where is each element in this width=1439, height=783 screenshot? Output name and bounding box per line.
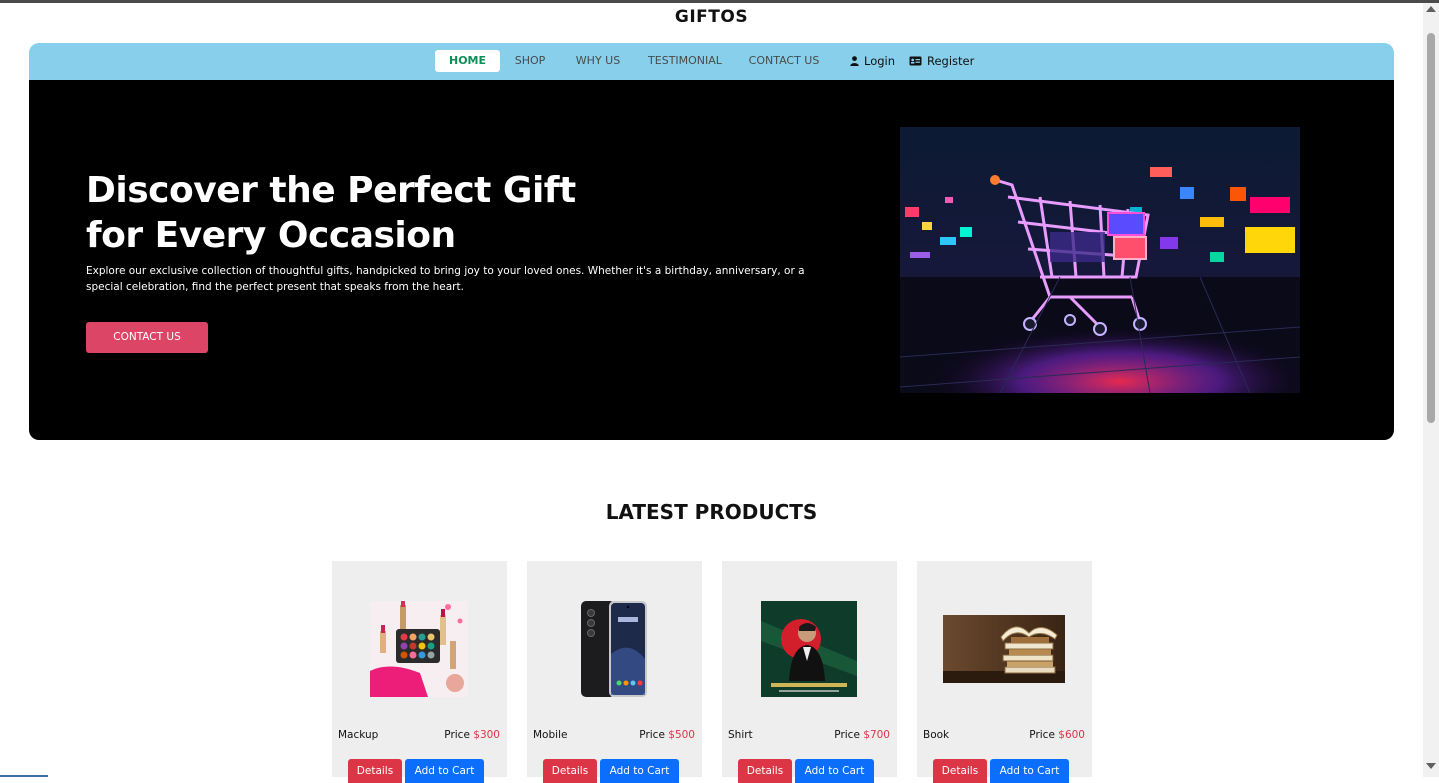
details-button[interactable]: Details <box>738 759 792 783</box>
window-top-border <box>0 0 1439 3</box>
register-label: Register <box>927 54 975 68</box>
product-card: Shirt Price $700 Details Add to Cart <box>722 561 897 783</box>
books-image <box>943 615 1065 683</box>
latest-products-title: LATEST PRODUCTS <box>605 500 818 524</box>
main-navbar: HOME SHOP WHY US TESTIMONIAL CONTACT US … <box>29 43 1394 80</box>
add-to-cart-button[interactable]: Add to Cart <box>795 759 874 783</box>
poster-image <box>761 601 857 697</box>
product-price: Price $600 <box>1029 729 1085 741</box>
price-amount: $600 <box>1058 729 1085 741</box>
product-price: Price $700 <box>834 729 890 741</box>
nav-home[interactable]: HOME <box>435 50 500 72</box>
vertical-scrollbar[interactable] <box>1423 3 1439 777</box>
nav-testimonial[interactable]: TESTIMONIAL <box>643 50 727 72</box>
details-button[interactable]: Details <box>348 759 402 783</box>
product-card: Mackup Price $300 Details Add to Cart <box>332 561 507 783</box>
price-amount: $700 <box>863 729 890 741</box>
details-button[interactable]: Details <box>543 759 597 783</box>
nav-contact-us[interactable]: CONTACT US <box>742 50 826 72</box>
user-icon <box>850 56 859 66</box>
price-amount: $300 <box>473 729 500 741</box>
product-name: Shirt <box>728 729 753 741</box>
product-name: Mobile <box>533 729 568 741</box>
hero-title: Discover the Perfect Gift for Every Occa… <box>86 168 646 258</box>
product-name: Mackup <box>338 729 379 741</box>
product-name: Book <box>923 729 950 741</box>
hero-title-line-1: Discover the Perfect Gift <box>86 170 576 211</box>
price-amount: $500 <box>668 729 695 741</box>
product-card: Book Price $600 Details Add to Cart <box>917 561 1092 783</box>
makeup-image <box>370 601 468 697</box>
add-to-cart-button[interactable]: Add to Cart <box>405 759 484 783</box>
hero-contact-button[interactable]: CONTACT US <box>86 322 208 353</box>
nav-why-us[interactable]: WHY US <box>570 50 626 72</box>
add-to-cart-button[interactable]: Add to Cart <box>600 759 679 783</box>
nav-shop[interactable]: SHOP <box>507 50 553 72</box>
details-button[interactable]: Details <box>933 759 987 783</box>
scroll-down-arrow-icon[interactable] <box>1426 763 1436 769</box>
brand-logo[interactable]: GIFTOS <box>0 7 1423 27</box>
price-label: Price <box>834 729 860 741</box>
neon-shopping-cart-image <box>900 127 1300 393</box>
product-price: Price $300 <box>444 729 500 741</box>
price-label: Price <box>1029 729 1055 741</box>
price-label: Price <box>444 729 470 741</box>
hero-title-line-2: for Every Occasion <box>86 215 456 256</box>
add-to-cart-button[interactable]: Add to Cart <box>990 759 1069 783</box>
hero-description: Explore our exclusive collection of thou… <box>86 265 805 293</box>
product-card: Mobile Price $500 Details Add to Cart <box>527 561 702 783</box>
id-card-icon <box>909 56 922 66</box>
scrollbar-thumb[interactable] <box>1427 33 1435 423</box>
login-label: Login <box>864 54 896 68</box>
scroll-up-arrow-icon[interactable] <box>1426 6 1436 12</box>
smartphone-image <box>581 601 647 697</box>
register-link[interactable]: Register <box>909 50 974 72</box>
product-price: Price $500 <box>639 729 695 741</box>
price-label: Price <box>639 729 665 741</box>
login-link[interactable]: Login <box>850 50 895 72</box>
hero-banner: Discover the Perfect Gift for Every Occa… <box>29 80 1394 440</box>
